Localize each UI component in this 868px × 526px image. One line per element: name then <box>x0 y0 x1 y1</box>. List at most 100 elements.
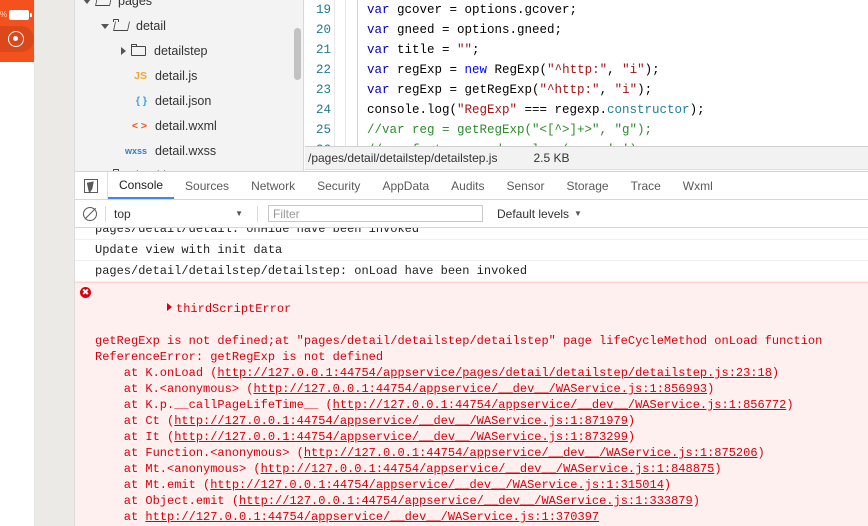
tree-item-label: detail <box>136 18 166 33</box>
stack-frame-link[interactable]: http://127.0.0.1:44754/appservice/__dev_… <box>145 510 599 524</box>
tab-network[interactable]: Network <box>240 172 306 199</box>
console-log-row[interactable]: Update view with init data <box>75 240 868 261</box>
tab-sensor[interactable]: Sensor <box>496 172 556 199</box>
line-content: var gneed = options.gneed; <box>367 23 563 37</box>
tab-appdata[interactable]: AppData <box>371 172 440 199</box>
stack-frame-tail: ) <box>663 478 672 492</box>
code-line: 19 var gcover = options.gcover; <box>305 0 868 20</box>
tab-label: Network <box>251 178 296 193</box>
file-tree-panel[interactable]: pages detail detailstep JS detail.js { }… <box>75 0 304 171</box>
chevron-right-icon[interactable] <box>117 44 130 57</box>
tab-label: Audits <box>451 178 485 193</box>
devtools-window: % pages detail detailstep JS detail.js {… <box>0 0 868 526</box>
stack-frame-fn: at K.p.__callPageLifeTime__ ( <box>95 398 333 412</box>
battery-percent-label: % <box>0 10 8 19</box>
tab-console[interactable]: Console <box>108 172 175 199</box>
tree-item-detail-js[interactable]: JS detail.js <box>75 63 303 88</box>
tree-item-label: detail.wxss <box>155 143 217 158</box>
stack-frame-fn: at K.<anonymous> ( <box>95 382 254 396</box>
code-editor[interactable]: 19 var gcover = options.gcover; 20 var g… <box>305 0 868 146</box>
line-content: //var reg = getRegExp("<[^>]+>", "g"); <box>367 123 653 137</box>
folder-closed-icon <box>131 44 147 57</box>
tab-label: Storage <box>566 178 609 193</box>
code-line: 25 //var reg = getRegExp("<[^>]+>", "g")… <box>305 120 868 140</box>
stack-frame-link[interactable]: http://127.0.0.1:44754/appservice/__dev_… <box>174 430 628 444</box>
stack-frame-tail: ) <box>692 494 700 508</box>
file-path-label: /pages/detail/detailstep/detailstep.js <box>308 151 498 165</box>
error-icon: ✖ <box>80 287 91 298</box>
stack-frame-link[interactable]: http://127.0.0.1:44754/appservice/__dev_… <box>304 446 758 460</box>
stack-frame-link[interactable]: http://127.0.0.1:44754/appservice/__dev_… <box>210 478 664 492</box>
code-line: 22 var regExp = new RegExp("^http:", "i"… <box>305 60 868 80</box>
inspect-element-button[interactable] <box>75 172 108 199</box>
clear-console-icon[interactable] <box>83 206 97 221</box>
line-content: var gcover = options.gcover; <box>367 3 578 17</box>
stack-frame-link[interactable]: http://127.0.0.1:44754/appservice/__dev_… <box>261 462 715 476</box>
file-tree-scrollbar[interactable] <box>294 28 301 80</box>
stack-frame-link[interactable]: http://127.0.0.1:44754/appservice/__dev_… <box>333 398 787 412</box>
code-line: 23 var regExp = getRegExp("^http:", "i")… <box>305 80 868 100</box>
tree-item-label: detail.js <box>155 68 198 83</box>
error-message-line-1: getRegExp is not defined;at "pages/detai… <box>95 334 823 348</box>
line-content: var regExp = new RegExp("^http:", "i"); <box>367 63 660 77</box>
tab-sources[interactable]: Sources <box>174 172 240 199</box>
console-log-list[interactable]: pages/detail/detail: onHide have been in… <box>75 228 868 526</box>
error-stack-frame: at Object.emit (http://127.0.0.1:44754/a… <box>95 493 868 509</box>
stack-frame-link[interactable]: http://127.0.0.1:44754/appservice/__dev_… <box>253 382 707 396</box>
console-log-row[interactable]: pages/detail/detail: onHide have been in… <box>75 228 868 240</box>
execution-context-select[interactable]: top ▼ <box>114 207 249 221</box>
chevron-down-icon[interactable] <box>81 0 94 7</box>
tree-item-healthy[interactable]: healthy <box>75 163 303 171</box>
tab-storage[interactable]: Storage <box>556 172 620 199</box>
editor-side-gutter <box>35 0 75 526</box>
tab-audits[interactable]: Audits <box>440 172 495 199</box>
stack-frame-link[interactable]: http://127.0.0.1:44754/appservice/__dev_… <box>174 414 628 428</box>
console-log-row[interactable]: pages/detail/detailstep/detailstep: onLo… <box>75 261 868 282</box>
code-line: 24 console.log("RegExp" === regexp.const… <box>305 100 868 120</box>
log-levels-value: Default levels <box>497 206 570 221</box>
stack-frame-tail: ) <box>771 366 780 380</box>
stack-frame-fn: at <box>95 510 146 524</box>
console-filter-bar: top ▼ Filter Default levels ▼ <box>75 200 868 228</box>
tree-item-detail-json[interactable]: { } detail.json <box>75 88 303 113</box>
error-title: thirdScriptError <box>176 302 292 316</box>
tab-trace[interactable]: Trace <box>620 172 672 199</box>
code-line: 20 var gneed = options.gneed; <box>305 20 868 40</box>
tree-item-pages[interactable]: pages <box>75 0 303 13</box>
wxml-file-icon: < > <box>131 119 147 132</box>
error-stack-frame: at Function.<anonymous> (http://127.0.0.… <box>95 445 868 461</box>
error-stack-frame: at K.onLoad (http://127.0.0.1:44754/apps… <box>95 365 868 381</box>
devtools-tabbar: Console Sources Network Security AppData… <box>75 172 868 200</box>
wxss-file-icon: wxss <box>124 145 147 156</box>
tab-wxml[interactable]: Wxml <box>672 172 724 199</box>
line-content: console.log("RegExp" === regexp.construc… <box>367 103 705 117</box>
stack-frame-link[interactable]: http://127.0.0.1:44754/appservice/__dev_… <box>239 494 693 508</box>
tree-item-detail-wxml[interactable]: < > detail.wxml <box>75 113 303 138</box>
record-dot-icon[interactable] <box>8 31 24 47</box>
stack-frame-fn: at K.onLoad ( <box>95 366 218 380</box>
folder-open-icon <box>113 19 131 32</box>
simulator-status-bar: % <box>0 8 34 22</box>
line-content: var title = ""; <box>367 43 480 57</box>
tab-label: Security <box>317 178 361 193</box>
stack-frame-fn: at Mt.emit ( <box>95 478 211 492</box>
error-stack-frame: at Ct (http://127.0.0.1:44754/appservice… <box>95 413 868 429</box>
divider <box>257 205 258 222</box>
tree-item-label: detail.json <box>155 93 212 108</box>
tab-label: Sensor <box>506 178 545 193</box>
tab-security[interactable]: Security <box>306 172 371 199</box>
error-title-row[interactable]: thirdScriptError <box>95 285 868 333</box>
chevron-down-icon[interactable] <box>99 19 112 32</box>
log-levels-select[interactable]: Default levels ▼ <box>497 207 582 221</box>
stack-frame-tail: ) <box>786 398 794 412</box>
expand-triangle-icon[interactable] <box>167 303 173 311</box>
tree-item-detailstep[interactable]: detailstep <box>75 38 303 63</box>
filter-input[interactable]: Filter <box>268 205 483 222</box>
error-stack-frame: at K.p.__callPageLifeTime__ (http://127.… <box>95 397 868 413</box>
tab-label: AppData <box>382 178 430 193</box>
console-error-entry[interactable]: ✖ thirdScriptError getRegExp is not defi… <box>75 282 868 526</box>
stack-frame-link[interactable]: http://127.0.0.1:44754/appservice/pages/… <box>217 366 772 380</box>
tree-item-detail-wxss[interactable]: wxss detail.wxss <box>75 138 303 163</box>
tree-item-detail[interactable]: detail <box>75 13 303 38</box>
chevron-down-icon: ▼ <box>235 209 243 218</box>
